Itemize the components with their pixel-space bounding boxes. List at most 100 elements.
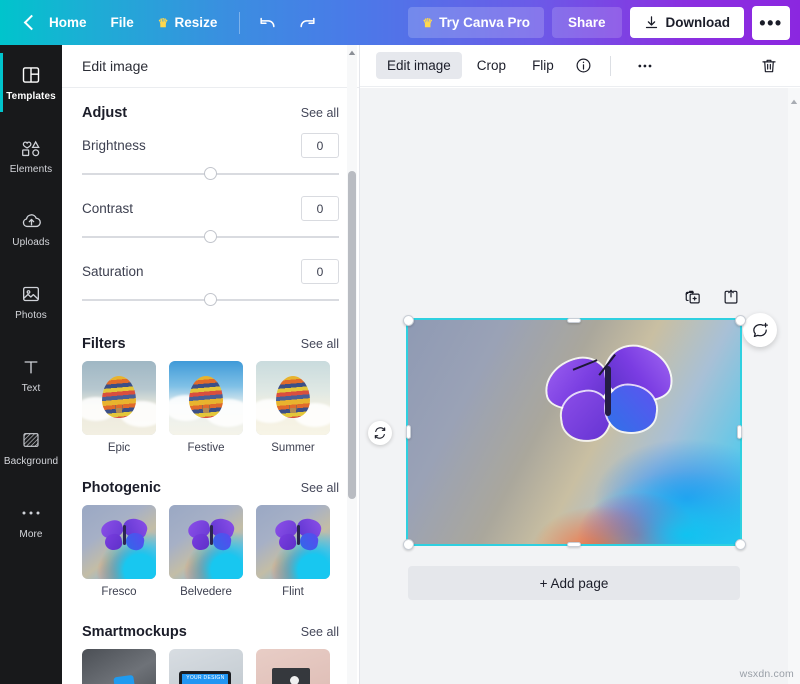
resize-handle-middle-left[interactable] — [406, 425, 411, 439]
more-dots-icon — [21, 502, 41, 524]
comment-plus-icon — [752, 322, 768, 337]
photogenic-preview-image — [169, 505, 243, 579]
sidebar-item-label: Photos — [15, 309, 47, 321]
redo-icon — [300, 17, 315, 28]
filter-thumbnail-epic[interactable]: Epic — [82, 361, 156, 454]
canvas-scrollbar[interactable] — [788, 88, 800, 684]
home-button-label: Home — [49, 15, 87, 30]
resize-handle-top-right[interactable] — [735, 315, 746, 326]
image-more-options-button[interactable]: more-dots-icon — [622, 51, 652, 81]
rotate-handle[interactable] — [368, 421, 392, 445]
resize-handle-middle-right[interactable] — [737, 425, 742, 439]
saturation-row: Saturation 0 — [82, 259, 339, 284]
crown-icon: ♛ — [422, 15, 434, 30]
saturation-slider[interactable] — [82, 290, 339, 310]
resize-handle-bottom-left[interactable] — [403, 539, 414, 550]
sidebar-item-elements[interactable]: Elements — [0, 126, 62, 185]
uploads-icon — [21, 210, 42, 232]
download-icon — [645, 16, 657, 29]
tab-flip[interactable]: Flip — [521, 52, 565, 79]
contrast-value-input[interactable]: 0 — [301, 196, 339, 221]
saturation-control: Saturation 0 — [82, 259, 339, 310]
scroll-up-arrow-icon[interactable] — [790, 92, 798, 104]
filters-section-title: Filters — [82, 336, 126, 352]
sidebar-item-background[interactable]: Background — [0, 418, 62, 477]
brightness-value-input[interactable]: 0 — [301, 133, 339, 158]
contrast-row: Contrast 0 — [82, 196, 339, 221]
canvas-area: Edit image Crop Flip more-dots-icon — [360, 45, 800, 684]
left-rail: Templates Elements Uploads Photos Text B… — [0, 45, 62, 684]
tab-edit-image-label: Edit image — [387, 58, 451, 73]
mockup-preview-image: YOUR DESIGN HERE — [256, 649, 330, 684]
saturation-value-input[interactable]: 0 — [301, 259, 339, 284]
elements-icon — [20, 137, 42, 159]
sidebar-item-uploads[interactable]: Uploads — [0, 199, 62, 258]
slider-knob[interactable] — [204, 167, 217, 180]
tab-edit-image[interactable]: Edit image — [376, 52, 462, 79]
tab-flip-label: Flip — [532, 58, 554, 73]
canvas-viewport[interactable]: + Add page — [360, 88, 800, 684]
text-icon — [21, 356, 41, 378]
photogenic-thumbnail-belvedere[interactable]: Belvedere — [169, 505, 243, 598]
mockup-thumbnail-laptop[interactable]: YOUR DESIGN HERE — [169, 649, 243, 684]
brightness-slider[interactable] — [82, 164, 339, 184]
smartmockups-see-all-link[interactable]: See all — [301, 625, 339, 639]
mockup-thumbnail-stationery[interactable]: YOUR DESIGN HERE — [256, 649, 330, 684]
laptop-shape: YOUR DESIGN HERE — [179, 671, 232, 684]
undo-redo-group — [250, 7, 324, 39]
page-stage[interactable]: + Add page — [360, 88, 788, 684]
adjust-see-all-link[interactable]: See all — [301, 106, 339, 120]
download-button-label: Download — [665, 15, 731, 30]
photogenic-thumbnail-label: Fresco — [101, 586, 137, 598]
resize-handle-top-center[interactable] — [567, 318, 581, 323]
panel-scrollbar-thumb[interactable] — [348, 171, 356, 499]
selected-image[interactable] — [406, 318, 742, 546]
slider-knob[interactable] — [204, 230, 217, 243]
download-button[interactable]: Download — [629, 7, 744, 38]
redo-button[interactable] — [290, 7, 324, 39]
photogenic-see-all-link[interactable]: See all — [301, 481, 339, 495]
scroll-up-arrow-icon[interactable] — [348, 48, 356, 57]
brightness-control: Brightness 0 — [82, 133, 339, 184]
photogenic-thumbnail-fresco[interactable]: Fresco — [82, 505, 156, 598]
balloon-basket — [116, 408, 122, 414]
sidebar-item-text[interactable]: Text — [0, 345, 62, 404]
upload-box-icon — [724, 289, 738, 304]
export-image-button[interactable] — [720, 286, 742, 308]
duplicate-image-button[interactable] — [682, 286, 704, 308]
undo-button[interactable] — [250, 7, 284, 39]
chevron-left-icon — [23, 14, 40, 31]
sidebar-item-photos[interactable]: Photos — [0, 272, 62, 331]
info-button[interactable] — [569, 51, 599, 81]
file-menu-button[interactable]: File — [99, 9, 146, 36]
tab-crop[interactable]: Crop — [466, 52, 517, 79]
add-page-button[interactable]: + Add page — [408, 566, 740, 600]
toolbar-divider — [239, 11, 241, 34]
slider-knob[interactable] — [204, 293, 217, 306]
panel-scrollbar[interactable] — [347, 45, 357, 684]
filters-see-all-link[interactable]: See all — [301, 337, 339, 351]
home-button[interactable]: Home — [14, 9, 99, 36]
info-icon — [576, 58, 591, 73]
add-comment-button[interactable] — [743, 313, 777, 347]
resize-handle-top-left[interactable] — [403, 315, 414, 326]
butterfly-body — [209, 524, 213, 545]
resize-handle-bottom-right[interactable] — [735, 539, 746, 550]
share-button[interactable]: Share — [551, 7, 622, 38]
top-more-options-button[interactable]: ••• — [752, 5, 790, 40]
try-canva-pro-button[interactable]: ♛ Try Canva Pro — [408, 7, 544, 38]
delete-image-button[interactable] — [754, 51, 784, 81]
resize-handle-bottom-center[interactable] — [567, 542, 581, 547]
photogenic-thumbnail-grid: Fresco Belvedere Flint — [82, 505, 339, 598]
panel-scroll-content[interactable]: Adjust See all Brightness 0 Contrast 0 S… — [62, 89, 359, 684]
rotate-icon — [374, 427, 386, 439]
resize-button[interactable]: ♛ Resize — [146, 9, 230, 36]
photogenic-thumbnail-flint[interactable]: Flint — [256, 505, 330, 598]
mockup-thumbnail-phone[interactable] — [82, 649, 156, 684]
sidebar-item-templates[interactable]: Templates — [0, 53, 62, 112]
contrast-slider[interactable] — [82, 227, 339, 247]
filter-thumbnail-festive[interactable]: Festive — [169, 361, 243, 454]
sidebar-item-more[interactable]: More — [0, 491, 62, 550]
filter-thumbnail-summer[interactable]: Summer — [256, 361, 330, 454]
duplicate-icon — [685, 290, 700, 304]
